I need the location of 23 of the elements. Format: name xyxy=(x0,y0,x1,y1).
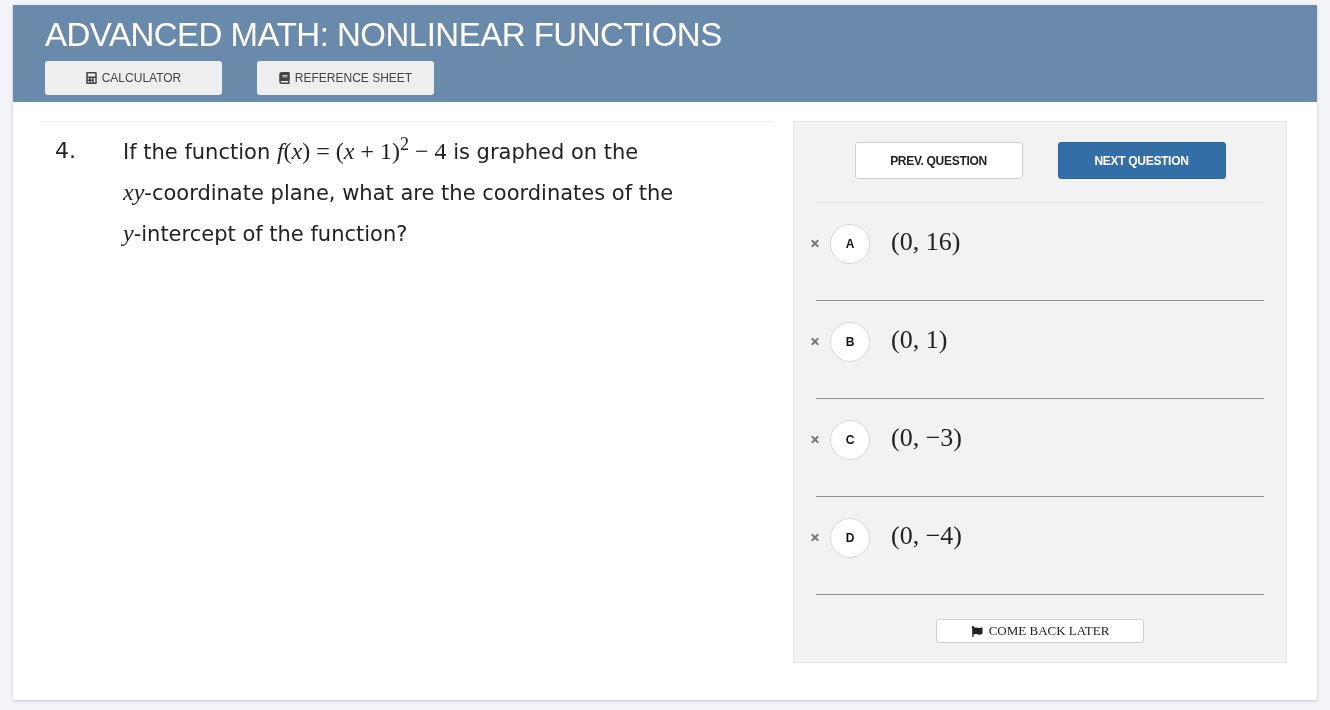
cross-out-icon[interactable] xyxy=(810,532,820,543)
answer-text: (0, −4) xyxy=(891,519,962,552)
answer-text: (0, 1) xyxy=(891,323,948,356)
cross-out-icon[interactable] xyxy=(810,238,820,249)
choice-letter-button[interactable]: D xyxy=(830,517,870,558)
cross-out-icon[interactable] xyxy=(810,434,820,445)
question-text: If the function f(x) = (x + 1)$^{2}$ − 4 is graphed on the xy-coordinate plane, what are the coordinates of the y-intercept of the function? xyxy=(123,133,675,248)
prev-question-button[interactable]: PREV. QUESTION xyxy=(854,142,1023,179)
choice-letter-button[interactable]: A xyxy=(830,223,870,264)
answer-text: (0, 16) xyxy=(891,225,961,258)
choice-letter-button[interactable]: B xyxy=(830,321,870,362)
reference-sheet-button[interactable]: REFERENCE SHEET xyxy=(257,61,434,95)
cross-out-icon[interactable] xyxy=(810,336,820,347)
section-title: ADVANCED MATH: NONLINEAR FUNCTIONS xyxy=(45,15,722,55)
book-icon xyxy=(278,72,290,84)
answer-text: (0, −3) xyxy=(891,421,962,454)
choice-letter-button[interactable]: C xyxy=(830,419,870,460)
come-back-later-button[interactable]: COME BACK LATER xyxy=(936,619,1144,643)
question-number: 4. xyxy=(55,137,77,165)
calculator-button[interactable]: CALCULATOR xyxy=(45,61,222,95)
next-question-button[interactable]: NEXT QUESTION xyxy=(1057,142,1226,179)
calculator-icon xyxy=(85,72,97,84)
flag-icon xyxy=(970,625,983,637)
